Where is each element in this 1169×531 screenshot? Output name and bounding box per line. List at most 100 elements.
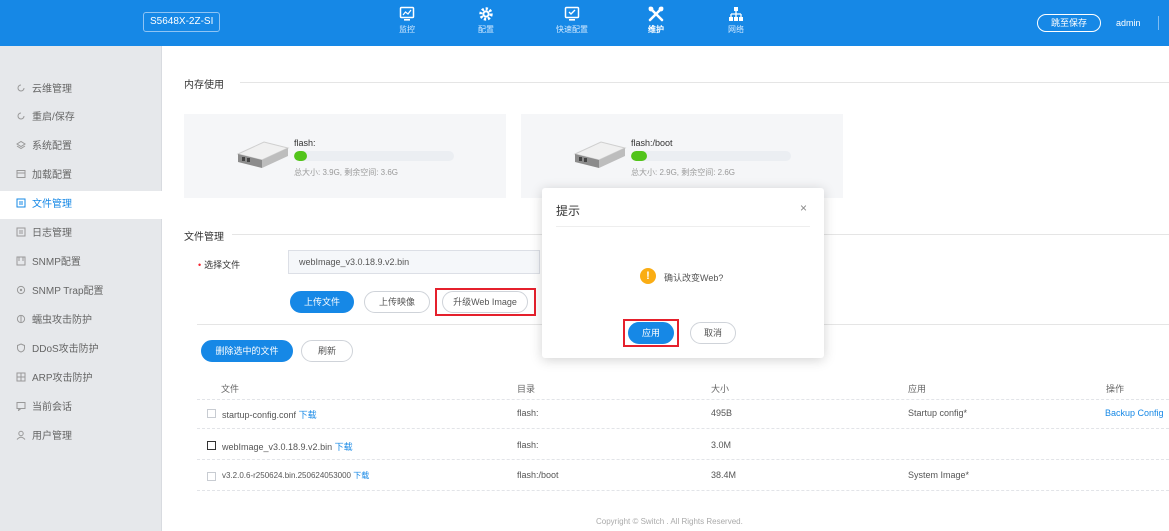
- nav-network[interactable]: 网络: [712, 6, 760, 35]
- select-file-text: 选择文件: [204, 260, 241, 270]
- sidebar-item-ddos-protect[interactable]: DDoS攻击防护: [0, 336, 162, 364]
- file-section-title: 文件管理: [184, 232, 224, 243]
- table-cell-file: startup-config.conf 下载: [222, 408, 317, 421]
- nav-label: 监控: [399, 25, 415, 34]
- sidebar: 云维管理 重启/保存 系统配置 加载配置 文件管理 日志管理 SNMP配置 SN…: [0, 46, 162, 531]
- download-link[interactable]: 下载: [299, 410, 317, 420]
- sidebar-item-restart[interactable]: 重启/保存: [0, 104, 162, 132]
- file-name: startup-config.conf: [222, 410, 297, 420]
- sidebar-item-label: 文件管理: [32, 199, 72, 210]
- table-header-dir: 目录: [517, 384, 536, 394]
- hard-disk-icon: [573, 141, 627, 168]
- table-header-size: 大小: [711, 384, 730, 394]
- dialog-title: 提示: [556, 204, 581, 218]
- table-cell-app: System Image*: [908, 470, 970, 480]
- sidebar-item-worm-protect[interactable]: 蠕虫攻击防护: [0, 307, 162, 335]
- gear-icon: [479, 7, 493, 21]
- sidebar-item-arp-protect[interactable]: ARP攻击防护: [0, 365, 162, 393]
- nav-config[interactable]: 配置: [462, 6, 510, 35]
- sidebar-item-label: 日志管理: [32, 228, 72, 239]
- highlight-box-upgrade: [435, 288, 536, 316]
- hard-disk-icon: [236, 141, 290, 168]
- storage-card-boot: flash:/boot 总大小: 2.9G, 剩余空间: 2.6G: [521, 114, 843, 198]
- file-name: v3.2.0.6-r250624.bin.250624053000: [222, 471, 351, 480]
- table-header-app: 应用: [908, 384, 927, 394]
- memory-section-title: 内存使用: [184, 80, 224, 91]
- file-manage-icon: [16, 198, 26, 208]
- sidebar-item-label: 加载配置: [32, 170, 72, 181]
- worm-shield-icon: [16, 314, 26, 324]
- nav-quick-config[interactable]: 快速配置: [548, 6, 596, 35]
- required-mark: •: [198, 260, 202, 270]
- file-name: webImage_v3.0.18.9.v2.bin: [222, 442, 333, 452]
- sidebar-item-snmp[interactable]: SNMP配置: [0, 249, 162, 277]
- arp-shield-icon: [16, 372, 26, 382]
- table-cell-size: 38.4M: [711, 470, 737, 480]
- system-config-icon: [16, 140, 26, 150]
- storage-usage-bar: [631, 151, 791, 161]
- table-cell-dir: flash:: [517, 440, 539, 450]
- session-icon: [16, 402, 26, 411]
- table-cell-action: Backup Config: [1105, 408, 1164, 418]
- nav-monitor[interactable]: 监控: [383, 6, 431, 35]
- sidebar-item-label: DDoS攻击防护: [32, 344, 99, 355]
- delete-selected-button[interactable]: 删除选中的文件: [201, 340, 293, 362]
- storage-name: flash:: [294, 138, 316, 148]
- table-header-line: [197, 399, 1169, 400]
- refresh-button[interactable]: 刷新: [301, 340, 353, 362]
- sidebar-item-label: ARP攻击防护: [32, 373, 93, 384]
- highlight-box-apply: [623, 319, 679, 347]
- sidebar-item-snmp-trap[interactable]: SNMP Trap配置: [0, 278, 162, 306]
- device-model-label: S5648X-2Z-SI: [143, 12, 221, 32]
- table-cell-file: v3.2.0.6-r250624.bin.250624053000 下载: [222, 470, 369, 481]
- table-cell-file: webImage_v3.0.18.9.v2.bin 下载: [222, 440, 353, 453]
- upload-file-button[interactable]: 上传文件: [290, 291, 354, 313]
- warning-icon: !: [640, 268, 656, 284]
- file-section-divider: [232, 234, 542, 235]
- user-menu[interactable]: admin: [1116, 18, 1141, 28]
- row-checkbox[interactable]: [207, 472, 216, 481]
- confirm-dialog: 提示 × ! 确认改变Web? 应用 取消: [542, 188, 824, 358]
- close-icon[interactable]: ×: [800, 201, 807, 215]
- sidebar-item-load-config[interactable]: 加载配置: [0, 162, 162, 190]
- storage-usage-bar: [294, 151, 454, 161]
- tools-icon: [648, 6, 664, 22]
- table-row-line: [197, 490, 1169, 491]
- sidebar-item-label: SNMP配置: [32, 257, 81, 268]
- memory-section-divider: [240, 82, 1169, 83]
- table-cell-app: Startup config*: [908, 408, 968, 418]
- nav-maintenance[interactable]: 维护: [632, 6, 680, 35]
- jump-to-save-button[interactable]: 跳至保存: [1037, 14, 1101, 32]
- storage-info: 总大小: 3.9G, 剩余空间: 3.6G: [294, 168, 399, 177]
- table-cell-size: 3.0M: [711, 440, 732, 450]
- upload-image-button[interactable]: 上传映像: [364, 291, 430, 313]
- backup-config-link[interactable]: Backup Config: [1105, 408, 1164, 418]
- sidebar-item-sessions[interactable]: 当前会话: [0, 394, 162, 422]
- ddos-shield-icon: [17, 343, 25, 353]
- row-checkbox[interactable]: [207, 441, 216, 450]
- storage-usage-fill: [631, 151, 647, 161]
- sidebar-item-log[interactable]: 日志管理: [0, 220, 162, 248]
- row-checkbox[interactable]: [207, 409, 216, 418]
- sidebar-item-cloud[interactable]: 云维管理: [0, 76, 162, 104]
- sidebar-item-users[interactable]: 用户管理: [0, 423, 162, 451]
- nav-label: 维护: [648, 25, 664, 34]
- dialog-divider: [556, 226, 810, 227]
- sidebar-item-file-manage[interactable]: 文件管理: [0, 191, 162, 219]
- download-link[interactable]: 下载: [335, 442, 353, 452]
- monitor-icon: [399, 6, 415, 21]
- file-select-input[interactable]: webImage_v3.0.18.9.v2.bin: [288, 250, 540, 274]
- nav-label: 网络: [728, 25, 744, 34]
- nav-label: 快速配置: [556, 25, 588, 34]
- download-link[interactable]: 下载: [353, 471, 369, 480]
- table-cell-size: 495B: [711, 408, 733, 418]
- sidebar-item-label: 蠕虫攻击防护: [32, 315, 92, 326]
- table-cell-dir: flash:: [517, 408, 539, 418]
- sidebar-item-label: 系统配置: [32, 141, 72, 152]
- cancel-button[interactable]: 取消: [690, 322, 736, 344]
- storage-card-flash: flash: 总大小: 3.9G, 剩余空间: 3.6G: [184, 114, 506, 198]
- sidebar-item-system-config[interactable]: 系统配置: [0, 133, 162, 161]
- table-row-line: [197, 459, 1169, 460]
- restart-icon: [17, 112, 25, 120]
- cloud-refresh-icon: [17, 84, 25, 92]
